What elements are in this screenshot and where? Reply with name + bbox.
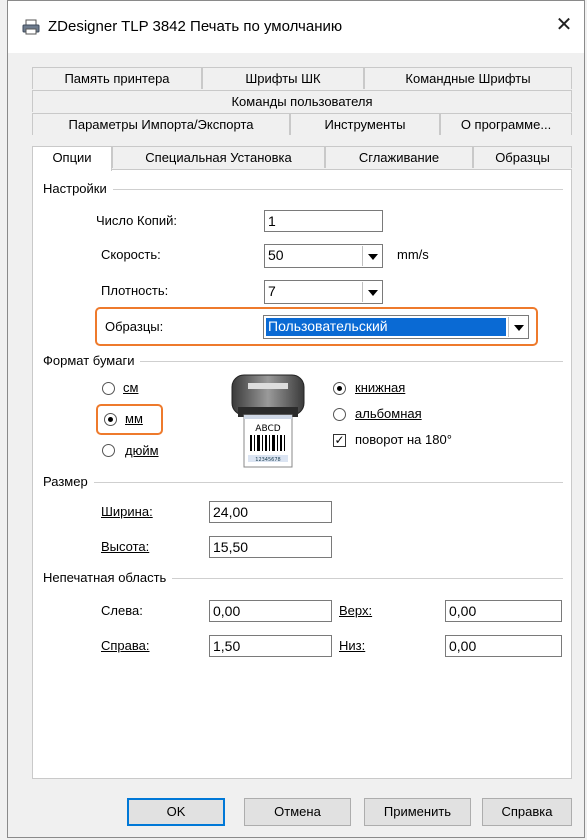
left-margin-label: Слева: — [101, 603, 143, 618]
unit-cm-radio[interactable] — [102, 382, 115, 395]
apply-button[interactable]: Применить — [364, 798, 471, 826]
tab-tools[interactable]: Инструменты — [290, 113, 440, 135]
bottom-margin-input[interactable]: 0,00 — [445, 635, 562, 657]
copies-input[interactable]: 1 — [264, 210, 383, 232]
unit-inch-label: дюйм — [125, 443, 159, 458]
copies-label: Число Копий: — [96, 213, 177, 228]
ok-button[interactable]: OK — [127, 798, 225, 826]
print-preferences-dialog: ZDesigner TLP 3842 Печать по умолчанию ✕… — [7, 0, 585, 838]
height-input[interactable]: 15,50 — [209, 536, 332, 558]
samples-select[interactable]: Пользовательский — [263, 315, 529, 339]
printer-illustration-icon: ABCD 12345678 — [231, 374, 305, 468]
tab-user-commands[interactable]: Команды пользователя — [32, 90, 572, 112]
window-title: ZDesigner TLP 3842 Печать по умолчанию — [48, 18, 343, 35]
samples-label: Образцы: — [105, 319, 164, 334]
settings-divider — [43, 189, 563, 190]
portrait-radio[interactable] — [333, 382, 346, 395]
height-label: Высота: — [101, 539, 150, 554]
options-panel: Настройки Число Копий: 1 Скорость: 50 mm… — [32, 169, 572, 779]
settings-group-title: Настройки — [43, 181, 113, 196]
landscape-label: альбомная — [355, 406, 422, 421]
cancel-button[interactable]: Отмена — [244, 798, 351, 826]
size-group-title: Размер — [43, 474, 94, 489]
unit-mm-label: мм — [125, 411, 143, 426]
speed-value: 50 — [268, 247, 284, 263]
landscape-radio[interactable] — [333, 408, 346, 421]
top-margin-label: Верх: — [339, 603, 373, 618]
paper-group-title: Формат бумаги — [43, 353, 141, 368]
tab-printer-memory[interactable]: Память принтера — [32, 67, 202, 89]
tab-special-setup[interactable]: Специальная Установка — [112, 146, 325, 168]
close-icon[interactable]: ✕ — [552, 13, 576, 37]
density-select[interactable]: 7 — [264, 280, 383, 304]
size-divider — [43, 482, 563, 483]
unit-inch-radio[interactable] — [102, 444, 115, 457]
chevron-down-icon[interactable] — [508, 317, 527, 337]
left-margin-input[interactable]: 0,00 — [209, 600, 332, 622]
bottom-margin-label: Низ: — [339, 638, 366, 653]
chevron-down-icon[interactable] — [362, 282, 381, 302]
tab-command-fonts[interactable]: Командные Шрифты — [364, 67, 572, 89]
portrait-label: книжная — [355, 380, 406, 395]
rotate-label: поворот на 180° — [355, 432, 452, 447]
right-margin-label: Справа: — [101, 638, 150, 653]
top-margin-input[interactable]: 0,00 — [445, 600, 562, 622]
unit-cm-label: см — [123, 380, 139, 395]
label-printer-image: ABCD 12345678 — [230, 373, 306, 469]
title-bar: ZDesigner TLP 3842 Печать по умолчанию ✕ — [8, 1, 584, 53]
width-input[interactable]: 24,00 — [209, 501, 332, 523]
printer-icon — [22, 19, 40, 35]
unit-mm-radio[interactable] — [104, 413, 117, 426]
chevron-down-icon[interactable] — [362, 246, 381, 266]
tab-barcode-fonts[interactable]: Шрифты ШК — [202, 67, 364, 89]
tab-smoothing[interactable]: Сглаживание — [325, 146, 473, 168]
right-margin-input[interactable]: 1,50 — [209, 635, 332, 657]
width-label: Ширина: — [101, 504, 153, 519]
tab-about[interactable]: О программе... — [440, 113, 572, 135]
rotate-checkbox[interactable]: ✓ — [333, 434, 346, 447]
preview-text: ABCD — [255, 424, 280, 434]
density-value: 7 — [268, 283, 276, 299]
density-label: Плотность: — [101, 283, 169, 298]
speed-label: Скорость: — [101, 247, 161, 262]
help-button[interactable]: Справка — [482, 798, 572, 826]
preview-number: 12345678 — [255, 457, 280, 463]
speed-unit: mm/s — [397, 247, 429, 262]
samples-value: Пользовательский — [266, 318, 506, 336]
speed-select[interactable]: 50 — [264, 244, 383, 268]
tab-samples[interactable]: Образцы — [473, 146, 572, 168]
tab-options[interactable]: Опции — [32, 146, 112, 171]
tab-import-export[interactable]: Параметры Импорта/Экспорта — [32, 113, 290, 135]
unprintable-group-title: Непечатная область — [43, 570, 173, 585]
